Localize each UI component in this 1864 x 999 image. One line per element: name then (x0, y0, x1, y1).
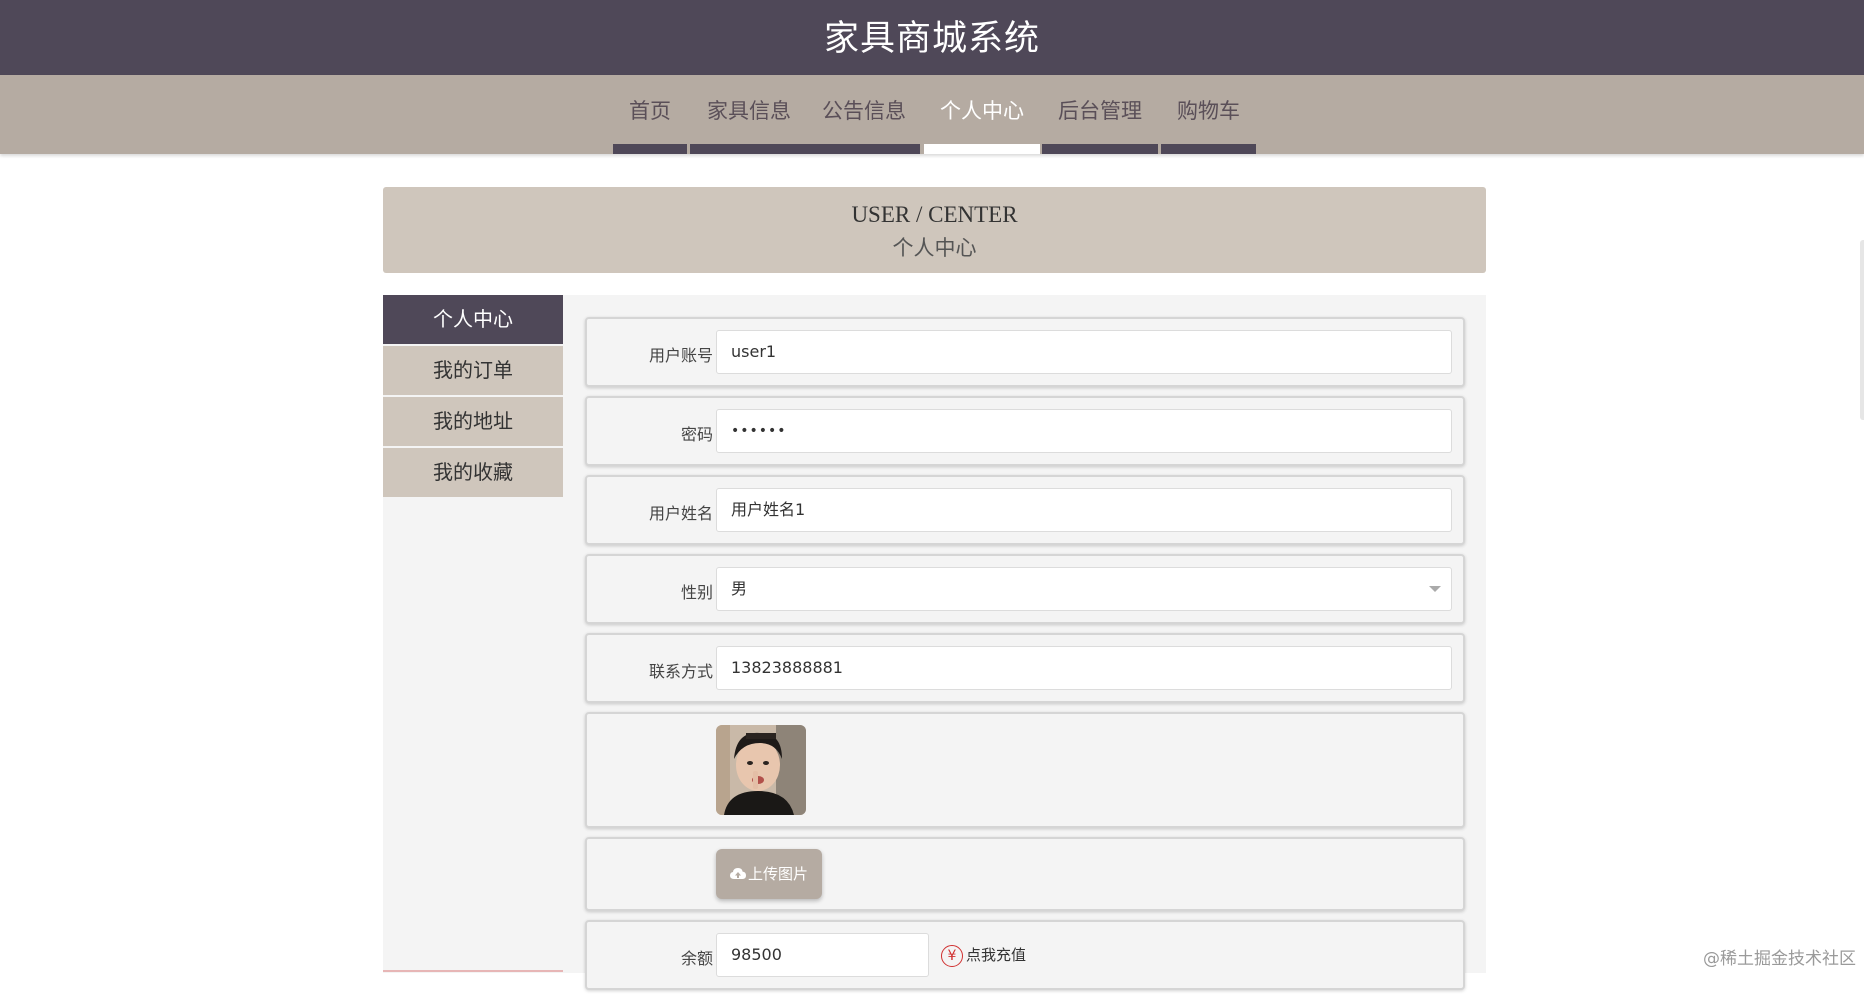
cloud-upload-icon (729, 867, 746, 879)
sidebar-item-my-favorites[interactable]: 我的收藏 (383, 448, 563, 497)
username-input[interactable]: user1 (716, 330, 1452, 374)
nav-label: 首页 (629, 99, 671, 123)
password-label: 密码 (680, 425, 713, 444)
upload-image-button[interactable]: 上传图片 (716, 849, 822, 899)
nav-label: 购物车 (1177, 99, 1240, 123)
nav-label: 个人中心 (940, 99, 1024, 123)
nav-label: 后台管理 (1058, 99, 1142, 123)
gender-select[interactable]: 男 (716, 567, 1452, 611)
form-row-username: 用户账号 user1 (585, 317, 1465, 387)
form-row-balance: 余额 98500 ¥ 点我充值 (585, 920, 1465, 990)
nav-item-notice[interactable]: 公告信息 (812, 75, 916, 154)
sidebar-item-my-orders[interactable]: 我的订单 (383, 346, 563, 395)
nav-item-home[interactable]: 首页 (613, 75, 687, 154)
phone-input[interactable]: 13823888881 (716, 646, 1452, 690)
form-row-upload: 上传图片 (585, 837, 1465, 911)
site-title: 家具商城系统 (823, 19, 1040, 58)
recharge-link[interactable]: ¥ 点我充值 (941, 944, 1026, 967)
avatar-image (716, 725, 806, 815)
sidebar-item-user-center[interactable]: 个人中心 (383, 295, 563, 344)
form-row-gender: 性别 男 (585, 554, 1465, 624)
nav-underline-active (924, 144, 1040, 154)
profile-form: 用户账号 user1 密码 •••••• 用户姓名 用户姓名1 性别 男 联系方… (585, 317, 1465, 999)
right-edge-tab (1860, 240, 1864, 420)
upload-button-label: 上传图片 (747, 865, 808, 883)
form-row-phone: 联系方式 13823888881 (585, 633, 1465, 703)
nav-underline (1042, 144, 1158, 154)
yen-icon: ¥ (941, 944, 963, 967)
content-panel: 个人中心 我的订单 我的地址 我的收藏 用户账号 user1 密码 ••••••… (383, 295, 1486, 990)
nav-label: 公告信息 (822, 99, 906, 123)
gender-select-value: 男 (731, 579, 748, 598)
form-row-avatar (585, 712, 1465, 828)
nav-item-user-center[interactable]: 个人中心 (924, 75, 1040, 154)
gender-label: 性别 (680, 583, 713, 602)
form-row-password: 密码 •••••• (585, 396, 1465, 466)
nav-item-cart[interactable]: 购物车 (1161, 75, 1256, 154)
recharge-label: 点我充值 (966, 946, 1027, 964)
balance-label: 余额 (680, 949, 713, 968)
phone-label: 联系方式 (648, 662, 713, 681)
hero-title-en: USER / CENTER (851, 202, 1018, 227)
avatar (716, 725, 806, 815)
password-input[interactable]: •••••• (716, 409, 1452, 453)
nav-underline (613, 144, 687, 154)
top-header-bar: 家具商城系统 (0, 0, 1864, 75)
username-label: 用户账号 (648, 346, 713, 365)
user-sidebar: 个人中心 我的订单 我的地址 我的收藏 (383, 295, 563, 972)
nav-underline (1161, 144, 1256, 154)
realname-input[interactable]: 用户姓名1 (716, 488, 1452, 532)
chevron-down-icon (1429, 586, 1441, 592)
realname-label: 用户姓名 (648, 504, 713, 523)
main-nav: 首页 家具信息 公告信息 个人中心 后台管理 购物车 (0, 75, 1864, 154)
sidebar-item-my-address[interactable]: 我的地址 (383, 397, 563, 446)
sidebar-divider (383, 970, 563, 972)
nav-item-admin[interactable]: 后台管理 (1042, 75, 1158, 154)
balance-input[interactable]: 98500 (716, 933, 929, 977)
form-row-realname: 用户姓名 用户姓名1 (585, 475, 1465, 545)
page-hero: USER / CENTER 个人中心 (383, 187, 1486, 273)
watermark: @稀土掘金技术社区 (1703, 949, 1856, 969)
hero-title-cn: 个人中心 (892, 236, 977, 260)
